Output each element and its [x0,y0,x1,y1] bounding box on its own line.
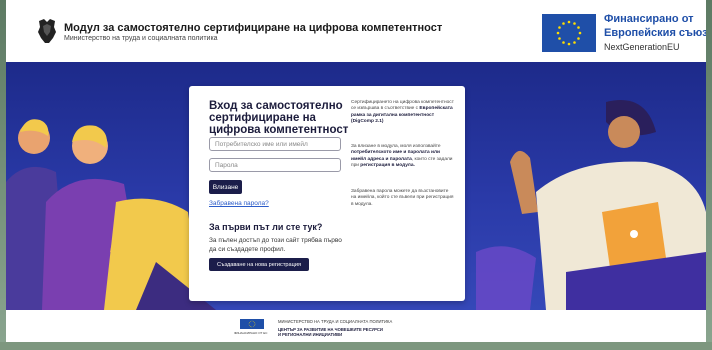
forgot-password-link[interactable]: Забравена парола? [209,200,269,207]
header-title: Модул за самостоятелно сертифициране на … [64,22,443,34]
password-input[interactable] [209,158,341,172]
eu-funding-line1: Финансирано от [604,13,694,25]
login-title: Вход за самостоятелно сертифициране на ц… [209,100,349,136]
footer-center-name-line2: И РЕГИОНАЛНИ ИНИЦИАТИВИ [278,332,343,337]
background-frame-right [706,0,712,350]
eu-funding-line3: NextGenerationEU [604,42,680,52]
crest-lion-icon [38,19,56,43]
eu-flag-small-icon [240,319,264,329]
first-time-description: За пълен достъп до този сайт трябва първ… [209,237,342,253]
site-footer: ФИНАНСИРАНО ОТ ЕС МИНИСТЕРСТВО НА ТРУДА … [6,310,706,342]
page: Модул за самостоятелно сертифициране на … [6,0,706,342]
login-card: Вход за самостоятелно сертифициране на ц… [189,86,465,301]
info-paragraph-password: Забравена парола можете да възстановите … [351,189,454,207]
background-frame-bottom [0,342,712,350]
footer-flag-caption: ФИНАНСИРАНО ОТ ЕС [234,331,268,335]
info-paragraph-login: За влизане в модула, моля използвайте по… [351,144,455,170]
info-paragraph-digcomp: Сертифицирането на цифрова компетентност… [351,100,455,126]
eu-funding-line2: Европейския съюз [604,27,706,39]
username-input[interactable] [209,137,341,151]
header-subtitle: Министерство на труда и социалната полит… [64,35,218,42]
site-header: Модул за самостоятелно сертифициране на … [6,0,706,62]
login-button[interactable]: Влизане [209,180,242,194]
info-text-bold: регистрация в модула. [360,163,415,169]
first-time-heading: За първи път ли сте тук? [209,222,323,232]
eu-flag-icon [542,14,596,52]
info-text: За влизане в модула, моля използвайте [351,144,441,149]
footer-ministry-name: МИНИСТЕРСТВО НА ТРУДА И СОЦИАЛНАТА ПОЛИТ… [278,319,393,324]
create-registration-button[interactable]: Създаване на нова регистрация [209,258,309,271]
